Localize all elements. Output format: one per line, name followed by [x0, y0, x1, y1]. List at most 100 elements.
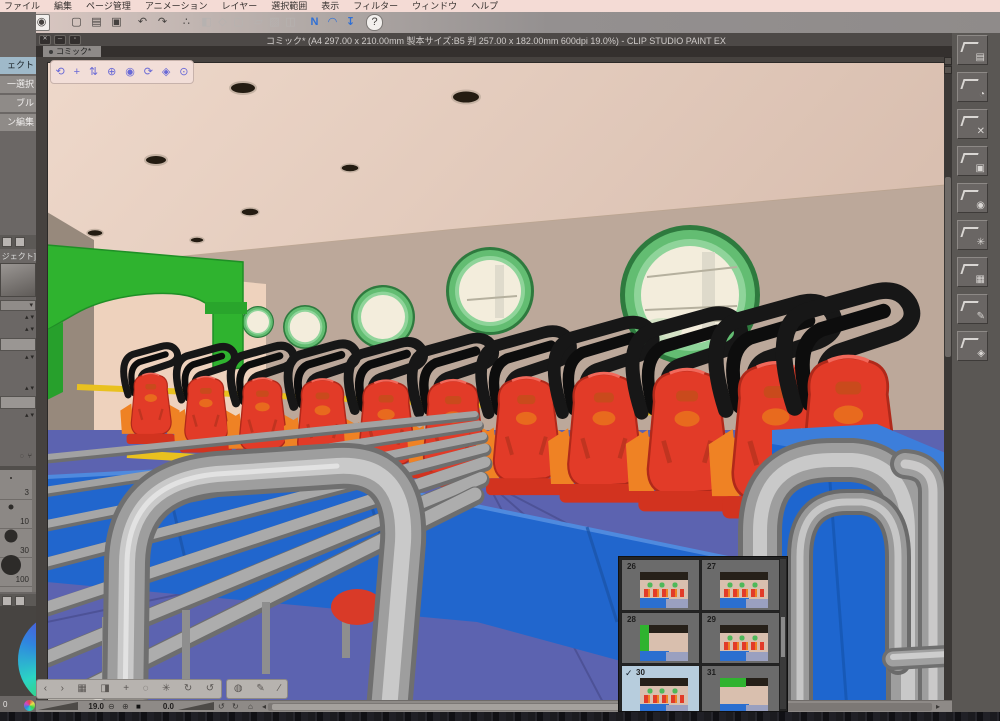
trash-icon[interactable] [15, 237, 25, 247]
open-file-button[interactable]: ▤ [88, 14, 105, 31]
scroll-down-button[interactable] [944, 66, 952, 74]
fill-button[interactable]: ◧ [198, 14, 215, 31]
stepper-row-2[interactable]: ▴▾ [0, 325, 36, 335]
brush-size-item[interactable]: 30 [0, 528, 32, 558]
brush-size-item[interactable]: 10 [0, 499, 32, 529]
menu-view[interactable]: 表示 [321, 0, 339, 12]
menu-page-manage[interactable]: ページ管理 [86, 0, 131, 12]
clear-button[interactable]: ∴ [178, 14, 195, 31]
render-settings-icon[interactable]: ◨ [100, 680, 109, 698]
rotation-slider[interactable] [178, 702, 214, 710]
object-rotate-icon[interactable]: ◉ [125, 62, 135, 82]
rotate-ccw-icon[interactable]: ↺ [206, 680, 214, 698]
menu-help[interactable]: ヘルプ [471, 0, 498, 12]
help-button[interactable]: ? [366, 14, 383, 31]
prev-camera-angle-icon[interactable]: ‹ [44, 680, 47, 698]
frame-button[interactable]: ▢ [230, 14, 247, 31]
snap-ruler-button[interactable]: N [306, 14, 323, 31]
object-move-icon[interactable]: ⊕ [107, 62, 116, 82]
menu-animation[interactable]: アニメーション [145, 0, 208, 12]
stepper-row-5[interactable]: ▴▾ [0, 411, 36, 421]
page-icon[interactable] [2, 237, 12, 247]
zoom-in-button[interactable]: ⊕ [122, 702, 129, 712]
menu-selection[interactable]: 選択範囲 [271, 0, 307, 12]
close-window-button[interactable]: ✕ [39, 34, 51, 45]
menu-layer[interactable]: レイヤー [222, 0, 258, 12]
flip-horizontal-icon[interactable]: ▱ [250, 14, 267, 31]
minimize-window-button[interactable]: ─ [54, 34, 66, 45]
vertical-scrollbar[interactable] [944, 57, 952, 700]
page-thumbnail-27[interactable]: 27 [701, 559, 780, 611]
material-sphere-icon[interactable]: ◍ [234, 680, 243, 698]
material-image-button[interactable]: ▦ [957, 257, 988, 287]
material-effect-button[interactable]: ✳ [957, 220, 988, 250]
material-color-pattern-button[interactable]: ◔ [957, 72, 988, 102]
material-monochrome-button[interactable]: ✕ [957, 109, 988, 139]
page-thumbnail-28[interactable]: 28 [621, 612, 700, 664]
material-pose-button[interactable]: ◉ [957, 183, 988, 213]
reset-view-button[interactable]: ⌂ [248, 702, 253, 712]
camera-dolly-icon[interactable]: ⇅ [89, 62, 98, 82]
subtool-item-layer-select[interactable]: 一選択 [0, 76, 36, 93]
rotate-right-button[interactable]: ↻ [232, 702, 239, 712]
object-spin-icon[interactable]: ⟳ [144, 62, 153, 82]
camera-pan-icon[interactable]: + [74, 62, 80, 82]
color-set-icon[interactable] [2, 596, 12, 606]
brush-size-item[interactable]: 100 [0, 555, 32, 587]
move-object-icon[interactable]: + [123, 680, 129, 698]
value-input-2[interactable] [0, 396, 36, 409]
zoom-slider[interactable] [38, 702, 78, 710]
color-mix-icon[interactable] [15, 596, 25, 606]
light-source-icon[interactable]: ✳ [162, 680, 170, 698]
page-thumbnail-30-selected[interactable]: ✓ 30 [621, 665, 700, 711]
menu-filter[interactable]: フィルター [353, 0, 398, 12]
rotate-left-button[interactable]: ↺ [218, 702, 225, 712]
camera-angle-grid-icon[interactable]: ▦ [77, 680, 86, 698]
new-document-button[interactable]: ▢ [68, 14, 85, 31]
material-3d-button[interactable]: ▣ [957, 146, 988, 176]
restore-window-button[interactable]: ▫ [69, 34, 81, 45]
menu-edit[interactable]: 編集 [54, 0, 72, 12]
subtool-item-line-edit[interactable]: ン編集 [0, 114, 36, 131]
object-preview-box[interactable] [0, 263, 36, 297]
dropdown-row[interactable]: ▾ [0, 300, 36, 311]
flip-vertical-icon[interactable]: ▨ [266, 14, 283, 31]
rotate-cw-icon[interactable]: ↻ [184, 680, 192, 698]
stepper-row-4[interactable]: ▴▾ [0, 384, 36, 394]
canvas-3d-scene[interactable] [47, 62, 948, 712]
page-thumbnail-31[interactable]: 31 [701, 665, 780, 711]
undo-button[interactable]: ↶ [134, 14, 151, 31]
horizontal-scrollbar[interactable] [268, 703, 932, 711]
save-button[interactable]: ▣ [108, 14, 125, 31]
dropper-icon[interactable]: ∕ [278, 680, 280, 698]
tool-options-row[interactable]: ◌⑂ [0, 452, 36, 462]
next-camera-angle-icon[interactable]: › [61, 680, 64, 698]
collapse-button[interactable]: ◂ [262, 702, 266, 712]
brush-size-item[interactable]: 3 [0, 470, 32, 500]
snap-grid-button[interactable]: ↧ [342, 14, 359, 31]
scroll-right-button[interactable]: ▸ [936, 702, 940, 712]
color-wheel[interactable] [18, 612, 36, 696]
roll-object-icon[interactable]: ◌ [143, 680, 149, 698]
object-scale-icon[interactable]: ◈ [162, 62, 170, 82]
camera-rotate-icon[interactable]: ⟲ [55, 62, 64, 82]
page-thumbnail-26[interactable]: 26 [621, 559, 700, 611]
material-all-button[interactable]: ▤ [957, 35, 988, 65]
menu-window[interactable]: ウィンドウ [412, 0, 457, 12]
subtool-item-object[interactable]: ェクト [0, 57, 36, 74]
zoom-out-button[interactable]: ⊖ [108, 702, 115, 712]
subtool-item-table[interactable]: ブル [0, 95, 36, 112]
page-list-scrollbar-thumb[interactable] [781, 617, 785, 657]
crop-icon[interactable]: ◫ [282, 14, 299, 31]
redo-button[interactable]: ↷ [154, 14, 171, 31]
material-body-type-button[interactable]: ◈ [957, 331, 988, 361]
stepper-row-3[interactable]: ▴▾ [0, 353, 36, 363]
fit-to-screen-button[interactable]: ■ [136, 702, 141, 712]
color-wheel-icon[interactable] [24, 700, 35, 711]
page-thumbnail-29[interactable]: 29 [701, 612, 780, 664]
tab-comic[interactable]: コミック* [43, 46, 102, 57]
stepper-row-1[interactable]: ▴▾ [0, 313, 36, 323]
vertical-scrollbar-thumb[interactable] [945, 177, 951, 357]
material-pen-button[interactable]: ✎ [957, 294, 988, 324]
scale-rotate-button[interactable]: ◇ [214, 14, 231, 31]
